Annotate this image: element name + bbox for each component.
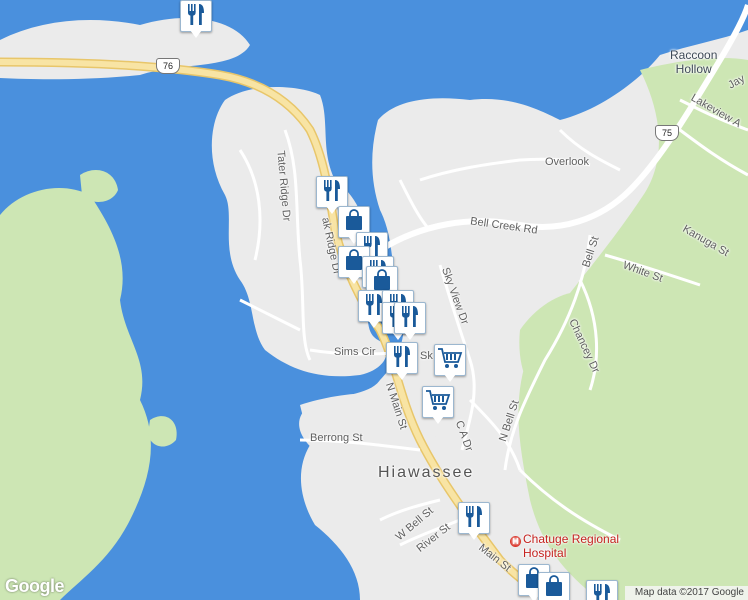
poi-pin-grocery-cart[interactable] (434, 344, 466, 384)
poi-pin-box (586, 580, 618, 600)
route-shield-us76: 76 (156, 58, 180, 74)
poi-pin-restaurant[interactable] (458, 502, 490, 542)
grocery-cart-icon (425, 388, 451, 417)
road-label-sims-cir: Sims Cir (334, 346, 376, 358)
poi-pin-tail (432, 416, 444, 424)
poi-pin-restaurant[interactable] (394, 302, 426, 342)
poi-pin-grocery-cart[interactable] (422, 386, 454, 426)
poi-pin-tail (444, 374, 456, 382)
attribution-data: Map data ©2017 Google (634, 587, 744, 598)
road-label-berrong-st: Berrong St (310, 432, 363, 444)
restaurant-icon (463, 504, 485, 533)
poi-pin-shopping-bag[interactable] (538, 572, 570, 600)
restaurant-icon (391, 344, 413, 373)
restaurant-icon (591, 582, 613, 600)
poi-pin-tail (326, 206, 338, 214)
town-label-hiawassee: Hiawassee (378, 464, 475, 481)
road-label-sk: Sk (420, 350, 433, 362)
google-logo: Google (5, 576, 65, 596)
map-attribution: Map data ©2017 Google (624, 586, 748, 600)
poi-pin-tail (404, 332, 416, 340)
poi-pin-box (180, 0, 212, 32)
poi-label-hospital[interactable]: H Chatuge Regional Hospital (510, 532, 619, 560)
hospital-icon: H (510, 536, 521, 547)
poi-pin-box (422, 386, 454, 418)
poi-pin-box (386, 342, 418, 374)
poi-pin-restaurant[interactable] (386, 342, 418, 382)
poi-pin-box (458, 502, 490, 534)
restaurant-icon (399, 304, 421, 333)
restaurant-icon (185, 2, 207, 31)
poi-pin-tail (348, 276, 360, 284)
route-shield-ga75: 75 (655, 125, 679, 141)
restaurant-icon (321, 178, 343, 207)
poi-pin-tail (396, 372, 408, 380)
poi-pin-restaurant[interactable] (586, 580, 618, 600)
shopping-bag-icon (543, 574, 565, 600)
poi-pin-tail (190, 30, 202, 38)
map-canvas[interactable]: 76 75 Raccoon Hollow Lakeview A Jay Tate… (0, 0, 748, 600)
road-label-overlook: Overlook (545, 156, 590, 168)
poi-pin-box (538, 572, 570, 600)
grocery-cart-icon (437, 346, 463, 375)
poi-pin-tail (468, 532, 480, 540)
poi-pin-box (316, 176, 348, 208)
poi-pin-box (434, 344, 466, 376)
hospital-name: Chatuge Regional Hospital (523, 532, 620, 560)
poi-pin-tail (368, 320, 380, 328)
poi-pin-box (394, 302, 426, 334)
place-label-raccoon-hollow: Raccoon Hollow (670, 48, 718, 76)
poi-pin-restaurant[interactable] (180, 0, 212, 40)
